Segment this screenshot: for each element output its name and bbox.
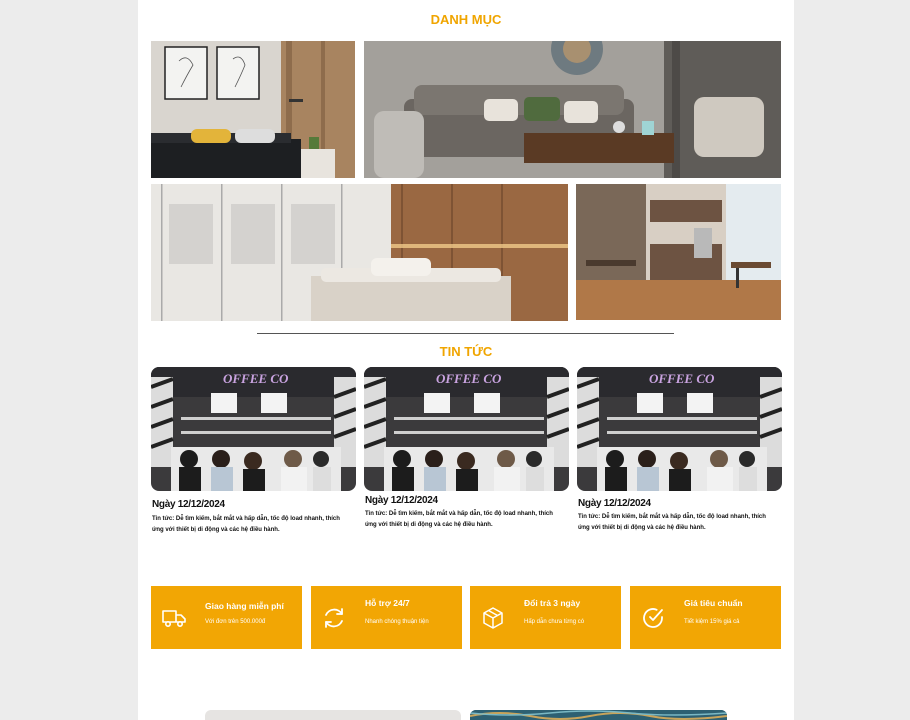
truck-icon	[162, 610, 186, 628]
news-date: Ngày 12/12/2024	[578, 498, 651, 509]
feature-title: Giao hàng miễn phí	[205, 601, 284, 611]
bottom-card-left[interactable]	[205, 710, 461, 720]
news-image-coffee-shop[interactable]: OFFEE CO	[151, 367, 356, 491]
feature-subtitle: Hấp dẫn chưa từng có	[524, 619, 585, 625]
feature-free-shipping: Giao hàng miễn phí Với đơn trên 500.000đ	[151, 586, 302, 649]
coffee-sign: OFFEE CO	[649, 371, 715, 386]
news-excerpt: Tin tức: Dễ tìm kiếm, bắt mắt và hấp dẫn…	[365, 511, 553, 528]
news-date: Ngày 12/12/2024	[365, 495, 438, 506]
news-card[interactable]: OFFEE CO Ngày 12/12/2024 Tin tức: Dễ tìm…	[151, 367, 356, 537]
page-content: DANH MỤC TIN TỨC OFFEE CO Ngày 12/12/202…	[138, 0, 794, 720]
feature-subtitle: Nhanh chóng thuận tiện	[365, 619, 429, 625]
news-card[interactable]: OFFEE CO Ngày 12/12/2024 Tin tức: Dễ tìm…	[364, 367, 569, 537]
news-excerpt: Tin tức: Dễ tìm kiếm, bắt mắt và hấp dẫn…	[578, 514, 766, 531]
refresh-icon	[325, 608, 343, 628]
box-icon	[483, 607, 503, 629]
feature-support: Hỗ trợ 24/7 Nhanh chóng thuận tiện	[311, 586, 462, 649]
category-image-kitchen[interactable]	[576, 184, 781, 320]
feature-price: Giá tiêu chuẩn Tiết kiệm 15% giá cả	[630, 586, 781, 649]
category-image-living-room[interactable]	[364, 41, 781, 178]
feature-title: Hỗ trợ 24/7	[365, 598, 410, 608]
news-title: TIN TỨC	[439, 344, 493, 359]
feature-title: Đổi trả 3 ngày	[524, 598, 581, 608]
news-image-coffee-shop[interactable]: OFFEE CO	[577, 367, 782, 491]
feature-title: Giá tiêu chuẩn	[684, 598, 743, 608]
feature-subtitle: Với đơn trên 500.000đ	[205, 619, 266, 625]
category-image-wardrobe[interactable]	[151, 184, 568, 321]
news-excerpt: Tin tức: Dễ tìm kiếm, bắt mắt và hấp dẫn…	[152, 516, 340, 533]
feature-subtitle: Tiết kiệm 15% giá cả	[684, 619, 740, 625]
section-divider	[257, 333, 674, 334]
news-date: Ngày 12/12/2024	[152, 499, 225, 510]
check-circle-icon	[643, 608, 663, 628]
bottom-card-right[interactable]	[470, 710, 727, 720]
coffee-sign: OFFEE CO	[223, 371, 289, 386]
categories-title: DANH MỤC	[430, 12, 502, 27]
news-card[interactable]: OFFEE CO Ngày 12/12/2024 Tin tức: Dễ tìm…	[577, 367, 782, 537]
coffee-sign: OFFEE CO	[436, 371, 502, 386]
news-image-coffee-shop[interactable]: OFFEE CO	[364, 367, 569, 491]
category-image-bedroom[interactable]	[151, 41, 355, 178]
feature-return: Đổi trả 3 ngày Hấp dẫn chưa từng có	[470, 586, 621, 649]
